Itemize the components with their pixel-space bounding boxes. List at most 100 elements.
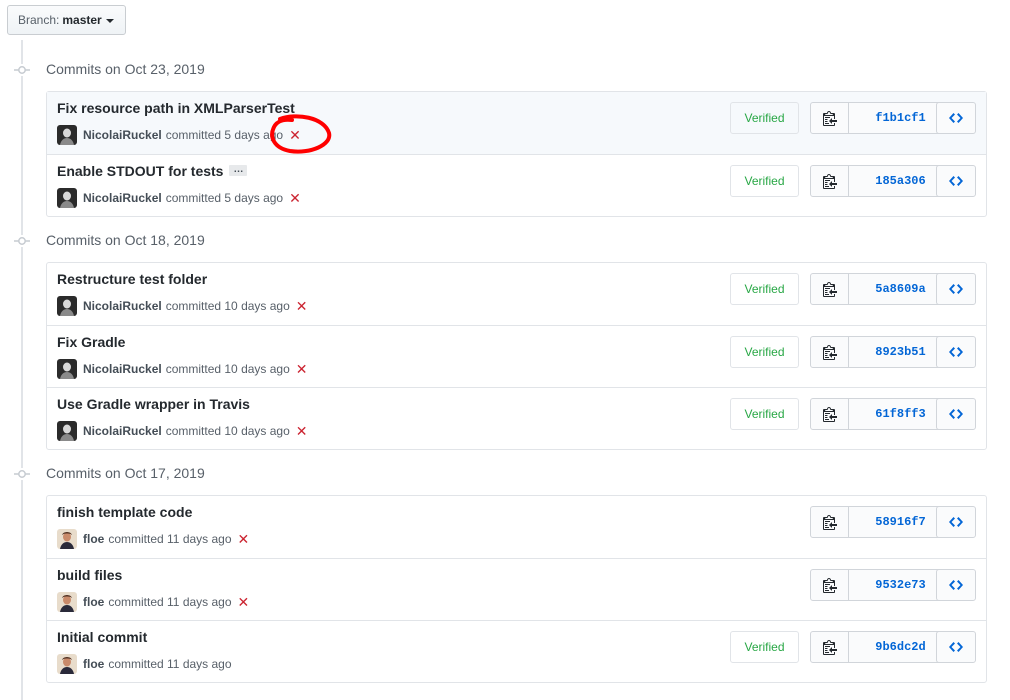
- author-link[interactable]: floe: [83, 595, 104, 609]
- commit-list: Restructure test folder NicolaiRuckel comm…: [46, 262, 987, 450]
- author-link[interactable]: NicolaiRuckel: [83, 191, 162, 205]
- commit-list: Fix resource path in XMLParserTest Nicola…: [46, 91, 987, 217]
- commit-time: committed 5 days ago: [165, 191, 284, 205]
- author-link[interactable]: NicolaiRuckel: [83, 128, 162, 142]
- code-icon[interactable]: [936, 631, 976, 663]
- author-link[interactable]: NicolaiRuckel: [83, 299, 162, 313]
- commit-meta: NicolaiRuckel committed 5 days ago ✕: [57, 188, 301, 208]
- code-icon[interactable]: [936, 336, 976, 368]
- code-icon[interactable]: [936, 569, 976, 601]
- avatar[interactable]: [57, 188, 77, 208]
- git-commit-icon: [14, 235, 30, 247]
- commit-title-link[interactable]: finish template code: [57, 504, 192, 520]
- commit-row: Fix resource path in XMLParserTest Nicola…: [47, 92, 986, 154]
- commit-message: Fix Gradle: [57, 334, 125, 350]
- commit-meta: floe committed 11 days ago: [57, 654, 232, 674]
- x-icon[interactable]: ✕: [238, 595, 250, 609]
- commit-message: Use Gradle wrapper in Travis: [57, 396, 250, 412]
- verified-badge[interactable]: Verified: [730, 165, 799, 197]
- commit-title-link[interactable]: Restructure test folder: [57, 271, 207, 287]
- clippy-icon[interactable]: [811, 103, 849, 133]
- commit-time: committed 10 days ago: [165, 424, 290, 438]
- sha-button-group: 8923b51: [810, 336, 953, 368]
- commit-title-link[interactable]: build files: [57, 567, 122, 583]
- commit-time: committed 11 days ago: [108, 657, 232, 671]
- commit-time: committed 10 days ago: [165, 362, 290, 376]
- x-icon[interactable]: ✕: [238, 532, 250, 546]
- commit-title-link[interactable]: Initial commit: [57, 629, 147, 645]
- commit-title-link[interactable]: Fix Gradle: [57, 334, 125, 350]
- author-link[interactable]: floe: [83, 532, 104, 546]
- commit-meta: NicolaiRuckel committed 10 days ago ✕: [57, 296, 308, 316]
- commit-row: Initial commit floe committed 11 days ago V…: [47, 620, 986, 682]
- x-icon[interactable]: ✕: [296, 362, 308, 376]
- clippy-icon[interactable]: [811, 274, 849, 304]
- x-icon[interactable]: ✕: [289, 191, 301, 205]
- code-icon[interactable]: [936, 506, 976, 538]
- commit-group-title: Commits on Oct 18, 2019: [46, 232, 205, 248]
- author-link[interactable]: NicolaiRuckel: [83, 362, 162, 376]
- commit-timeline: [21, 40, 23, 700]
- sha-button-group: 58916f7: [810, 506, 953, 538]
- triangle-down-icon: [105, 19, 114, 23]
- code-icon[interactable]: [936, 398, 976, 430]
- commit-time: committed 11 days ago: [108, 532, 232, 546]
- x-icon[interactable]: ✕: [296, 424, 308, 438]
- git-commit-icon: [14, 64, 30, 76]
- clippy-icon[interactable]: [811, 399, 849, 429]
- code-icon[interactable]: [936, 102, 976, 134]
- commit-meta: NicolaiRuckel committed 10 days ago ✕: [57, 421, 308, 441]
- verified-badge[interactable]: Verified: [730, 273, 799, 305]
- commit-list: finish template code floe committed 11 day…: [46, 495, 987, 683]
- avatar[interactable]: [57, 296, 77, 316]
- verified-badge[interactable]: Verified: [730, 398, 799, 430]
- clippy-icon[interactable]: [811, 632, 849, 662]
- commit-time: committed 5 days ago: [165, 128, 284, 142]
- avatar[interactable]: [57, 592, 77, 612]
- x-icon[interactable]: ✕: [296, 299, 308, 313]
- commit-meta: NicolaiRuckel committed 10 days ago ✕: [57, 359, 308, 379]
- verified-badge[interactable]: Verified: [730, 631, 799, 663]
- commit-message: Initial commit: [57, 629, 147, 645]
- commit-group-header: Commits on Oct 23, 2019: [0, 58, 600, 82]
- clippy-icon[interactable]: [811, 570, 849, 600]
- code-icon[interactable]: [936, 273, 976, 305]
- verified-badge[interactable]: Verified: [730, 102, 799, 134]
- commit-row: Enable STDOUT for tests … NicolaiRuckel com…: [47, 154, 986, 216]
- avatar[interactable]: [57, 359, 77, 379]
- commit-title-link[interactable]: Fix resource path in XMLParserTest: [57, 100, 295, 116]
- author-link[interactable]: NicolaiRuckel: [83, 424, 162, 438]
- author-link[interactable]: floe: [83, 657, 104, 671]
- clippy-icon[interactable]: [811, 337, 849, 367]
- commit-message: Fix resource path in XMLParserTest: [57, 100, 295, 116]
- commit-time: committed 10 days ago: [165, 299, 290, 313]
- git-commit-icon: [14, 468, 30, 480]
- avatar[interactable]: [57, 654, 77, 674]
- commit-group-header: Commits on Oct 17, 2019: [0, 462, 600, 486]
- commit-group-header: Commits on Oct 18, 2019: [0, 229, 600, 253]
- commit-title-link[interactable]: Use Gradle wrapper in Travis: [57, 396, 250, 412]
- sha-button-group: 61f8ff3: [810, 398, 953, 430]
- commit-time: committed 11 days ago: [108, 595, 232, 609]
- commit-meta: floe committed 11 days ago ✕: [57, 529, 249, 549]
- x-icon[interactable]: ✕: [289, 128, 301, 142]
- avatar[interactable]: [57, 125, 77, 145]
- expand-description-button[interactable]: …: [229, 164, 248, 176]
- verified-badge[interactable]: Verified: [730, 336, 799, 368]
- commit-row: build files floe committed 11 days ago ✕ 953…: [47, 558, 986, 620]
- sha-button-group: 9532e73: [810, 569, 953, 601]
- code-icon[interactable]: [936, 165, 976, 197]
- avatar[interactable]: [57, 421, 77, 441]
- commit-title-link[interactable]: Enable STDOUT for tests: [57, 163, 223, 179]
- commit-meta: floe committed 11 days ago ✕: [57, 592, 249, 612]
- avatar[interactable]: [57, 529, 77, 549]
- branch-select-button[interactable]: Branch: master: [7, 5, 126, 35]
- sha-button-group: f1b1cf1: [810, 102, 953, 134]
- commit-row: Restructure test folder NicolaiRuckel comm…: [47, 263, 986, 325]
- commit-row: finish template code floe committed 11 day…: [47, 496, 986, 558]
- commit-message: finish template code: [57, 504, 192, 520]
- clippy-icon[interactable]: [811, 507, 849, 537]
- clippy-icon[interactable]: [811, 166, 849, 196]
- branch-name: master: [62, 13, 102, 27]
- commit-message: Enable STDOUT for tests …: [57, 163, 248, 179]
